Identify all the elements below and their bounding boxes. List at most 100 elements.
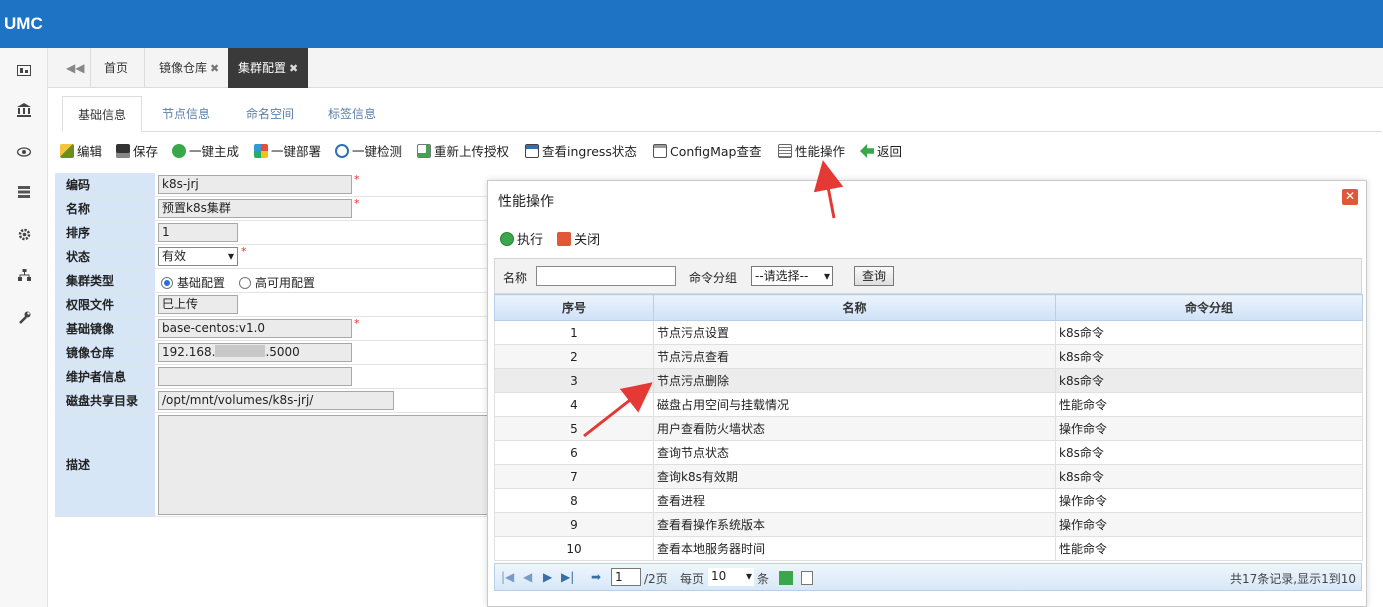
cell-no: 4 [494, 392, 654, 417]
performance-ops-button[interactable]: 性能操作 [778, 142, 845, 162]
cell-no: 5 [494, 416, 654, 441]
generate-button[interactable]: 一键主成 [172, 142, 239, 162]
execute-button[interactable]: 执行 [500, 232, 543, 248]
disk-share-field[interactable]: /opt/mnt/volumes/k8s-jrj/ [158, 391, 394, 410]
next-page-icon[interactable]: ▶ [543, 570, 552, 584]
back-button[interactable]: 返回 [860, 142, 902, 162]
order-field[interactable]: 1 [158, 223, 238, 242]
column-header-name[interactable]: 名称 [653, 294, 1056, 321]
column-header-group[interactable]: 命令分组 [1055, 294, 1363, 321]
cluster-basic-form: 编码 k8s-jrj * 名称 预置k8s集群 * 排序 1 状态 有效 ▾ * … [55, 173, 490, 518]
cell-name: 查询k8s有效期 [653, 464, 1056, 489]
table-row[interactable]: 2 节点污点查看 k8s命令 [494, 344, 1363, 369]
table-row[interactable]: 10 查看本地服务器时间 性能命令 [494, 536, 1363, 561]
code-label: 编码 [55, 173, 155, 196]
column-header-no[interactable]: 序号 [494, 294, 654, 321]
tab-divider [144, 48, 145, 88]
export-excel-icon[interactable] [779, 571, 793, 585]
description-textarea[interactable] [158, 415, 490, 515]
dashboard-icon[interactable] [14, 62, 34, 78]
status-select[interactable]: 有效 ▾ [158, 247, 238, 266]
goto-page-icon[interactable]: ➡ [591, 570, 601, 584]
cell-name: 查看看操作系统版本 [653, 512, 1056, 537]
check-button[interactable]: 一键检测 [335, 142, 402, 162]
dialog-search-bar: 名称 命令分组 --请选择-- ▾ 查询 [494, 258, 1362, 294]
per-page-select[interactable]: 10 ▾ [708, 568, 754, 586]
search-name-input[interactable] [536, 266, 676, 286]
tab-node-info[interactable]: 节点信息 [146, 96, 226, 132]
deploy-button[interactable]: 一键部署 [254, 142, 321, 162]
tab-home[interactable]: 首页 [94, 48, 138, 88]
tab-cluster-config[interactable]: 集群配置 ✖ [228, 48, 309, 88]
order-label: 排序 [55, 221, 155, 244]
table-row[interactable]: 5 用户查看防火墙状态 操作命令 [494, 416, 1363, 441]
prev-page-icon[interactable]: ◀ [523, 570, 532, 584]
search-name-label: 名称 [503, 271, 528, 285]
maintainer-label: 维护者信息 [55, 365, 155, 388]
cell-group: k8s命令 [1055, 440, 1363, 465]
form-row-cluster-type: 集群类型 基础配置 高可用配置 [55, 269, 490, 293]
last-page-icon[interactable]: ▶| [561, 570, 574, 584]
left-nav-rail [0, 48, 48, 607]
gear-icon[interactable] [14, 226, 34, 242]
tab-scroll-left-icon[interactable]: ◀◀ [56, 48, 94, 88]
first-page-icon[interactable]: |◀ [501, 570, 514, 584]
table-row[interactable]: 3 节点污点删除 k8s命令 [494, 368, 1363, 393]
query-button[interactable]: 查询 [854, 266, 894, 286]
configmap-button-label: ConfigMap查查 [670, 144, 762, 159]
server-list-icon[interactable] [14, 184, 34, 200]
chevron-down-icon: ▾ [745, 569, 752, 583]
table-row[interactable]: 8 查看进程 操作命令 [494, 488, 1363, 513]
tab-basic-info[interactable]: 基础信息 [62, 96, 142, 132]
permission-file-label: 权限文件 [55, 293, 155, 316]
table-row[interactable]: 6 查询节点状态 k8s命令 [494, 440, 1363, 465]
arrow-left-icon [860, 144, 874, 158]
record-summary: 共17条记录,显示1到10 [1230, 572, 1356, 586]
cell-group: 性能命令 [1055, 392, 1363, 417]
radio-ha-config[interactable]: 高可用配置 [239, 274, 315, 291]
tab-image-repo[interactable]: 镜像仓库 ✖ [149, 48, 229, 88]
tab-labels[interactable]: 标签信息 [312, 96, 392, 132]
cell-group: k8s命令 [1055, 344, 1363, 369]
radio-basic-config-label: 基础配置 [177, 276, 226, 290]
reupload-license-button-label: 重新上传授权 [434, 144, 510, 159]
table-row[interactable]: 9 查看看操作系统版本 操作命令 [494, 512, 1363, 537]
cell-no: 1 [494, 320, 654, 345]
form-row-base-image: 基础镜像 base-centos:v1.0 * [55, 317, 490, 341]
bank-icon[interactable] [14, 102, 34, 118]
base-image-field[interactable]: base-centos:v1.0 [158, 319, 352, 338]
image-repo-value-prefix: 192.168. [162, 345, 216, 359]
table-row[interactable]: 4 磁盘占用空间与挂载情况 性能命令 [494, 392, 1363, 417]
page-number-input[interactable]: 1 [611, 568, 641, 586]
configmap-button[interactable]: ConfigMap查查 [653, 142, 762, 162]
close-button[interactable]: 关闭 [557, 232, 600, 248]
close-icon[interactable]: ✖ [210, 62, 219, 75]
name-field[interactable]: 预置k8s集群 [158, 199, 352, 218]
app-logo: UMC [4, 14, 43, 33]
refresh-icon [172, 144, 186, 158]
tab-namespace[interactable]: 命名空间 [230, 96, 310, 132]
export-document-icon[interactable] [801, 571, 813, 585]
dialog-close-icon[interactable]: ✕ [1342, 189, 1358, 205]
permission-file-field[interactable]: 巳上传 [158, 295, 238, 314]
wrench-icon[interactable] [14, 309, 34, 325]
code-field[interactable]: k8s-jrj [158, 175, 352, 194]
chevron-down-icon: ▾ [227, 249, 234, 263]
maintainer-field[interactable] [158, 367, 352, 386]
sitemap-icon[interactable] [14, 267, 34, 283]
image-repo-field[interactable]: 192.168. .5000 [158, 343, 352, 362]
ingress-status-button[interactable]: 查看ingress状态 [525, 142, 637, 162]
cell-name: 查看本地服务器时间 [653, 536, 1056, 561]
close-icon[interactable]: ✖ [289, 62, 298, 75]
form-row-disk-share: 磁盘共享目录 /opt/mnt/volumes/k8s-jrj/ [55, 389, 490, 413]
cell-group: k8s命令 [1055, 464, 1363, 489]
cell-name: 查询节点状态 [653, 440, 1056, 465]
edit-button[interactable]: 编辑 [60, 142, 102, 162]
eye-icon[interactable] [14, 144, 34, 160]
reupload-license-button[interactable]: 重新上传授权 [417, 142, 509, 162]
radio-basic-config[interactable]: 基础配置 [161, 274, 225, 291]
search-group-select[interactable]: --请选择-- ▾ [751, 266, 833, 286]
save-button[interactable]: 保存 [116, 142, 158, 162]
table-row[interactable]: 1 节点污点设置 k8s命令 [494, 320, 1363, 345]
table-row[interactable]: 7 查询k8s有效期 k8s命令 [494, 464, 1363, 489]
